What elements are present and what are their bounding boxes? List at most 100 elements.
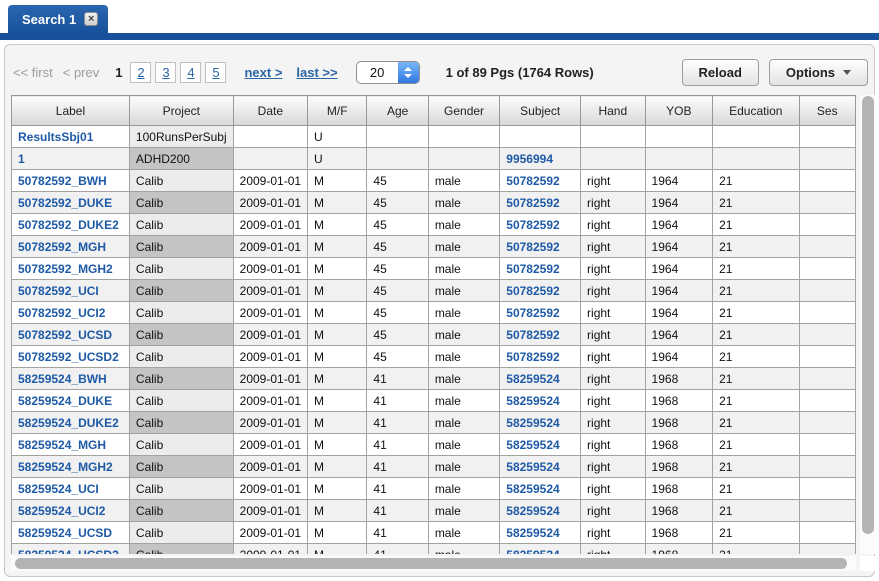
label-link[interactable]: 50782592_DUKE2 <box>18 218 119 232</box>
column-header-education[interactable]: Education <box>713 96 799 126</box>
first-page-link[interactable]: << first <box>13 65 53 80</box>
page-size-select[interactable]: 20 <box>356 61 420 84</box>
subject-link[interactable]: 58259524 <box>506 526 559 540</box>
table-cell <box>799 280 855 302</box>
prev-page-link[interactable]: < prev <box>63 65 100 80</box>
label-link[interactable]: 50782592_UCI2 <box>18 306 105 320</box>
table-cell: 21 <box>713 390 799 412</box>
subject-link[interactable]: 50782592 <box>506 262 559 276</box>
subject-link[interactable]: 50782592 <box>506 306 559 320</box>
vertical-scrollbar-thumb[interactable] <box>862 96 874 534</box>
table-cell: 21 <box>713 456 799 478</box>
table-cell: 41 <box>367 500 428 522</box>
column-header-label[interactable]: Label <box>12 96 130 126</box>
table-cell: 2009-01-01 <box>233 500 307 522</box>
label-link[interactable]: 50782592_BWH <box>18 174 107 188</box>
column-header-m-f[interactable]: M/F <box>308 96 367 126</box>
table-cell: 1968 <box>645 390 713 412</box>
next-page-link[interactable]: next > <box>244 65 282 80</box>
reload-button[interactable]: Reload <box>682 59 759 86</box>
subject-link[interactable]: 9956994 <box>506 152 553 166</box>
table-cell <box>367 126 428 148</box>
label-link[interactable]: 50782592_MGH2 <box>18 262 113 276</box>
label-link[interactable]: 1 <box>18 152 25 166</box>
table-cell: 50782592_UCSD2 <box>12 346 130 368</box>
subject-link[interactable]: 58259524 <box>506 416 559 430</box>
subject-link[interactable]: 50782592 <box>506 174 559 188</box>
label-link[interactable]: 58259524_DUKE <box>18 394 112 408</box>
subject-link[interactable]: 58259524 <box>506 372 559 386</box>
label-link[interactable]: 58259524_UCSD <box>18 526 112 540</box>
table-cell: 21 <box>713 346 799 368</box>
label-link[interactable]: 58259524_MGH2 <box>18 460 113 474</box>
subject-link[interactable]: 58259524 <box>506 394 559 408</box>
table-cell: Calib <box>129 390 233 412</box>
tab-search-1[interactable]: Search 1 × <box>8 5 108 33</box>
label-link[interactable]: 50782592_DUKE <box>18 196 112 210</box>
label-link[interactable]: 50782592_UCSD <box>18 328 112 342</box>
subject-link[interactable]: 50782592 <box>506 328 559 342</box>
column-header-hand[interactable]: Hand <box>581 96 646 126</box>
label-link[interactable]: 50782592_MGH <box>18 240 106 254</box>
table-row: 50782592_MGHCalib2009-01-01M45male507825… <box>12 236 856 258</box>
table-row: 50782592_MGH2Calib2009-01-01M45male50782… <box>12 258 856 280</box>
table-cell <box>799 544 855 555</box>
column-header-subject[interactable]: Subject <box>500 96 581 126</box>
label-link[interactable]: 50782592_UCI <box>18 284 99 298</box>
column-header-age[interactable]: Age <box>367 96 428 126</box>
label-link[interactable]: 50782592_UCSD2 <box>18 350 119 364</box>
table-cell: 9956994 <box>500 148 581 170</box>
subject-link[interactable]: 50782592 <box>506 196 559 210</box>
label-link[interactable]: 58259524_UCI <box>18 482 99 496</box>
column-header-project[interactable]: Project <box>129 96 233 126</box>
table-cell: male <box>428 324 499 346</box>
page-link-5[interactable]: 5 <box>212 65 219 80</box>
horizontal-scrollbar[interactable] <box>11 556 856 571</box>
column-header-yob[interactable]: YOB <box>645 96 713 126</box>
table-cell <box>799 148 855 170</box>
label-link[interactable]: 58259524_UCSD2 <box>18 548 119 555</box>
page-link-4[interactable]: 4 <box>187 65 194 80</box>
table-cell: 2009-01-01 <box>233 346 307 368</box>
table-cell: 58259524_UCI2 <box>12 500 130 522</box>
label-link[interactable]: 58259524_BWH <box>18 372 107 386</box>
label-link[interactable]: ResultsSbj01 <box>18 130 93 144</box>
tab-close-icon[interactable]: × <box>84 12 98 26</box>
vertical-scrollbar[interactable] <box>860 95 876 554</box>
page-link-box: 5 <box>205 62 226 83</box>
column-header-ses[interactable]: Ses <box>799 96 855 126</box>
horizontal-scrollbar-thumb[interactable] <box>15 558 847 569</box>
subject-link[interactable]: 58259524 <box>506 438 559 452</box>
column-header-date[interactable]: Date <box>233 96 307 126</box>
table-cell: 2009-01-01 <box>233 324 307 346</box>
subject-link[interactable]: 50782592 <box>506 240 559 254</box>
subject-link[interactable]: 58259524 <box>506 460 559 474</box>
subject-link[interactable]: 58259524 <box>506 548 559 555</box>
table-cell: 1964 <box>645 258 713 280</box>
table-cell: 50782592 <box>500 258 581 280</box>
page-size-value: 20 <box>357 62 398 83</box>
table-cell: 58259524_DUKE <box>12 390 130 412</box>
subject-link[interactable]: 58259524 <box>506 504 559 518</box>
table-cell <box>799 214 855 236</box>
table-row: 50782592_UCSD2Calib2009-01-01M45male5078… <box>12 346 856 368</box>
page-link-2[interactable]: 2 <box>137 65 144 80</box>
subject-link[interactable]: 58259524 <box>506 482 559 496</box>
subject-link[interactable]: 50782592 <box>506 350 559 364</box>
subject-link[interactable]: 50782592 <box>506 284 559 298</box>
table-row: 50782592_DUKE2Calib2009-01-01M45male5078… <box>12 214 856 236</box>
page-link-3[interactable]: 3 <box>162 65 169 80</box>
options-button[interactable]: Options <box>769 59 868 86</box>
subject-link[interactable]: 50782592 <box>506 218 559 232</box>
label-link[interactable]: 58259524_MGH <box>18 438 106 452</box>
last-page-link[interactable]: last >> <box>296 65 337 80</box>
table-cell: 1968 <box>645 368 713 390</box>
table-cell: male <box>428 522 499 544</box>
column-header-gender[interactable]: Gender <box>428 96 499 126</box>
table-cell: right <box>581 346 646 368</box>
table-cell: 1968 <box>645 544 713 555</box>
table-cell: Calib <box>129 478 233 500</box>
label-link[interactable]: 58259524_UCI2 <box>18 504 105 518</box>
table-viewport: LabelProjectDateM/FAgeGenderSubjectHandY… <box>11 95 856 554</box>
label-link[interactable]: 58259524_DUKE2 <box>18 416 119 430</box>
